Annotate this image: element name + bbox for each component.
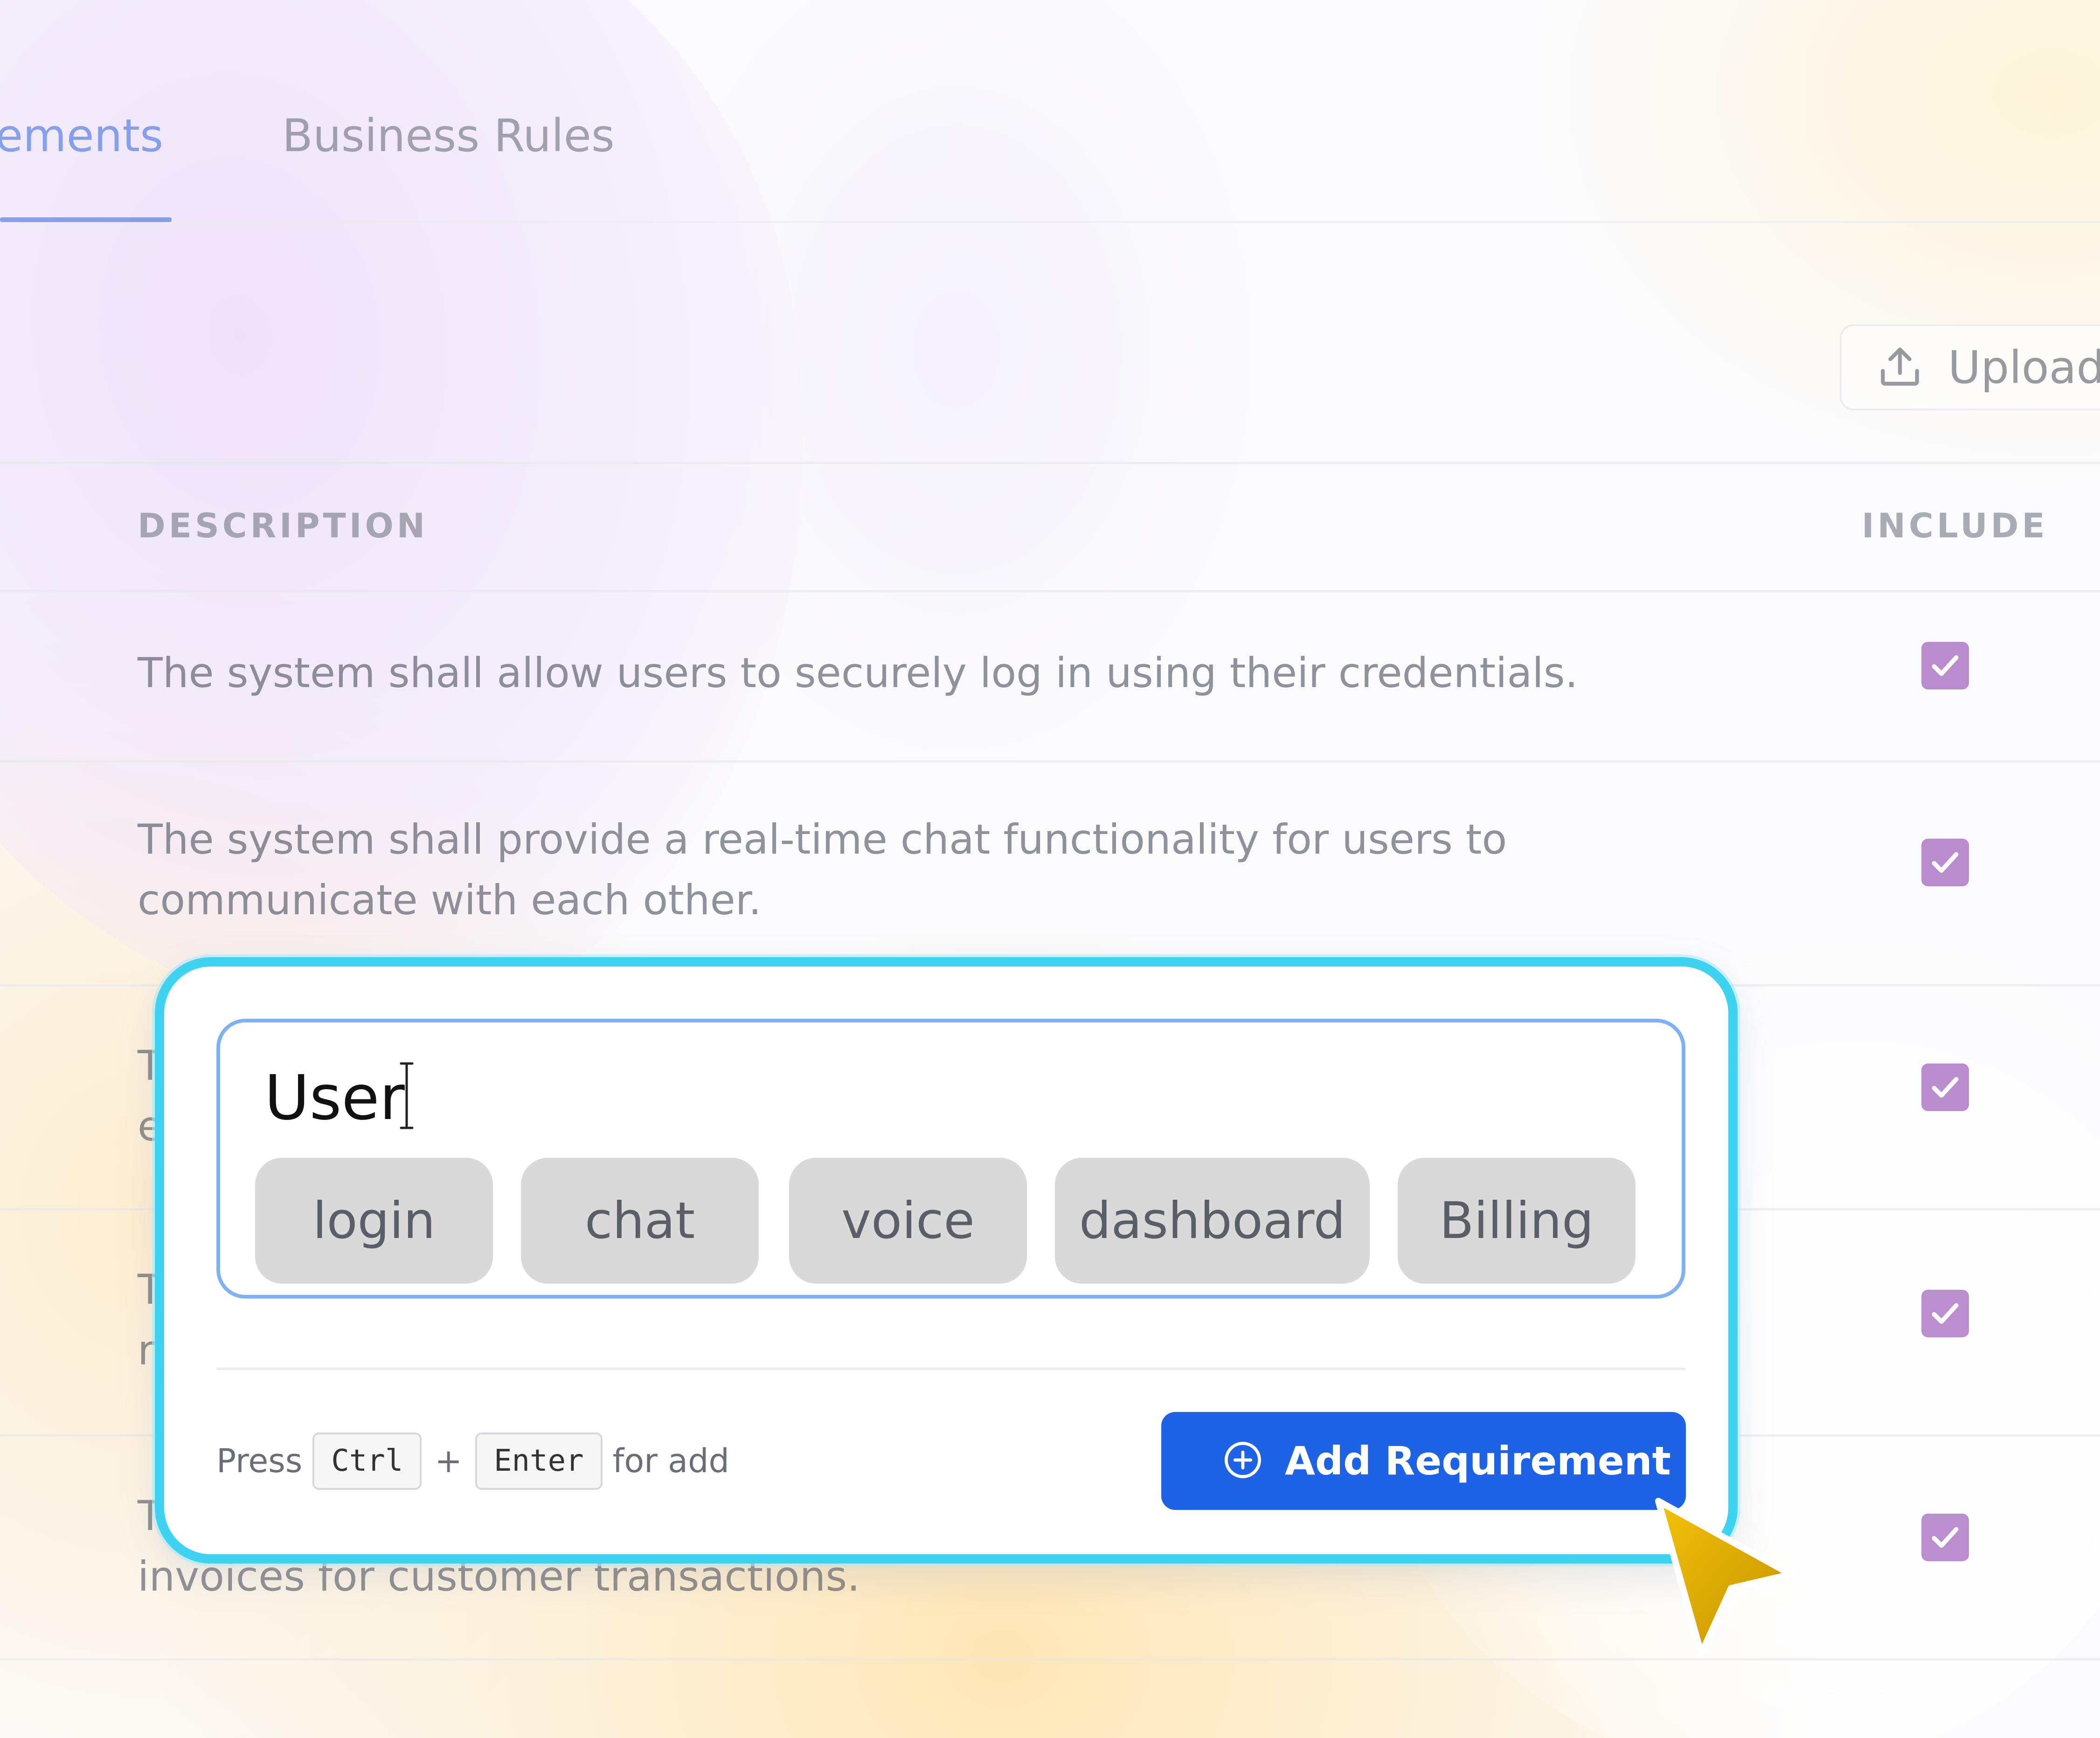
table-row-description: The system shall provide a real-time cha…: [138, 815, 1507, 924]
checkmark-icon: [1932, 1527, 1959, 1548]
suggestion-chip-dashboard[interactable]: dashboard: [1055, 1158, 1370, 1284]
requirement-input[interactable]: User login chat voice dashboard Billing: [216, 1019, 1685, 1299]
include-checkbox[interactable]: [1921, 642, 1969, 689]
include-checkbox[interactable]: [1921, 1064, 1969, 1111]
upload-button[interactable]: Upload: [1840, 324, 2100, 410]
keyboard-hint: Press Ctrl + Enter for add: [216, 1432, 729, 1490]
include-checkbox[interactable]: [1921, 1290, 1969, 1337]
suggestion-chip-voice[interactable]: voice: [789, 1158, 1027, 1284]
upload-icon: [1874, 341, 1926, 394]
hint-plus: +: [435, 1442, 463, 1480]
include-checkbox[interactable]: [1921, 839, 1969, 886]
card-divider: [216, 1368, 1685, 1370]
tab-business-rules[interactable]: Business Rules: [282, 110, 615, 162]
row-divider: [0, 760, 2100, 763]
mouse-pointer-icon: [1655, 1498, 1794, 1657]
kbd-ctrl: Ctrl: [312, 1432, 422, 1490]
upload-label: Upload: [1948, 341, 2100, 394]
checkmark-icon: [1932, 655, 1959, 676]
add-requirement-button[interactable]: Add Requirement: [1161, 1412, 1686, 1510]
column-header-description: DESCRIPTION: [138, 506, 429, 545]
plus-circle-icon: [1222, 1439, 1264, 1483]
text-cursor-icon: [400, 1062, 414, 1129]
include-checkbox[interactable]: [1921, 1514, 1969, 1561]
tab-requirements[interactable]: ements: [0, 110, 163, 162]
column-header-include: INCLUDE: [1862, 506, 2048, 545]
suggestion-chip-billing[interactable]: Billing: [1398, 1158, 1636, 1284]
checkmark-icon: [1932, 1077, 1959, 1098]
add-requirement-label: Add Requirement: [1285, 1438, 1671, 1484]
checkmark-icon: [1932, 852, 1959, 873]
hint-suffix: for add: [612, 1442, 729, 1480]
table-header-border: [0, 590, 2100, 592]
tab-bar-divider: [0, 221, 2100, 223]
table-row-description: The system shall allow users to securely…: [138, 649, 1578, 697]
kbd-enter: Enter: [475, 1432, 603, 1490]
suggestion-chip-login[interactable]: login: [255, 1158, 493, 1284]
table-top-border: [0, 462, 2100, 464]
suggestion-chip-chat[interactable]: chat: [521, 1158, 759, 1284]
hint-press: Press: [216, 1442, 303, 1480]
requirement-input-value[interactable]: User: [264, 1062, 405, 1134]
checkmark-icon: [1932, 1303, 1959, 1324]
active-tab-indicator: [0, 217, 172, 222]
add-requirement-card: User login chat voice dashboard Billing …: [155, 957, 1738, 1564]
